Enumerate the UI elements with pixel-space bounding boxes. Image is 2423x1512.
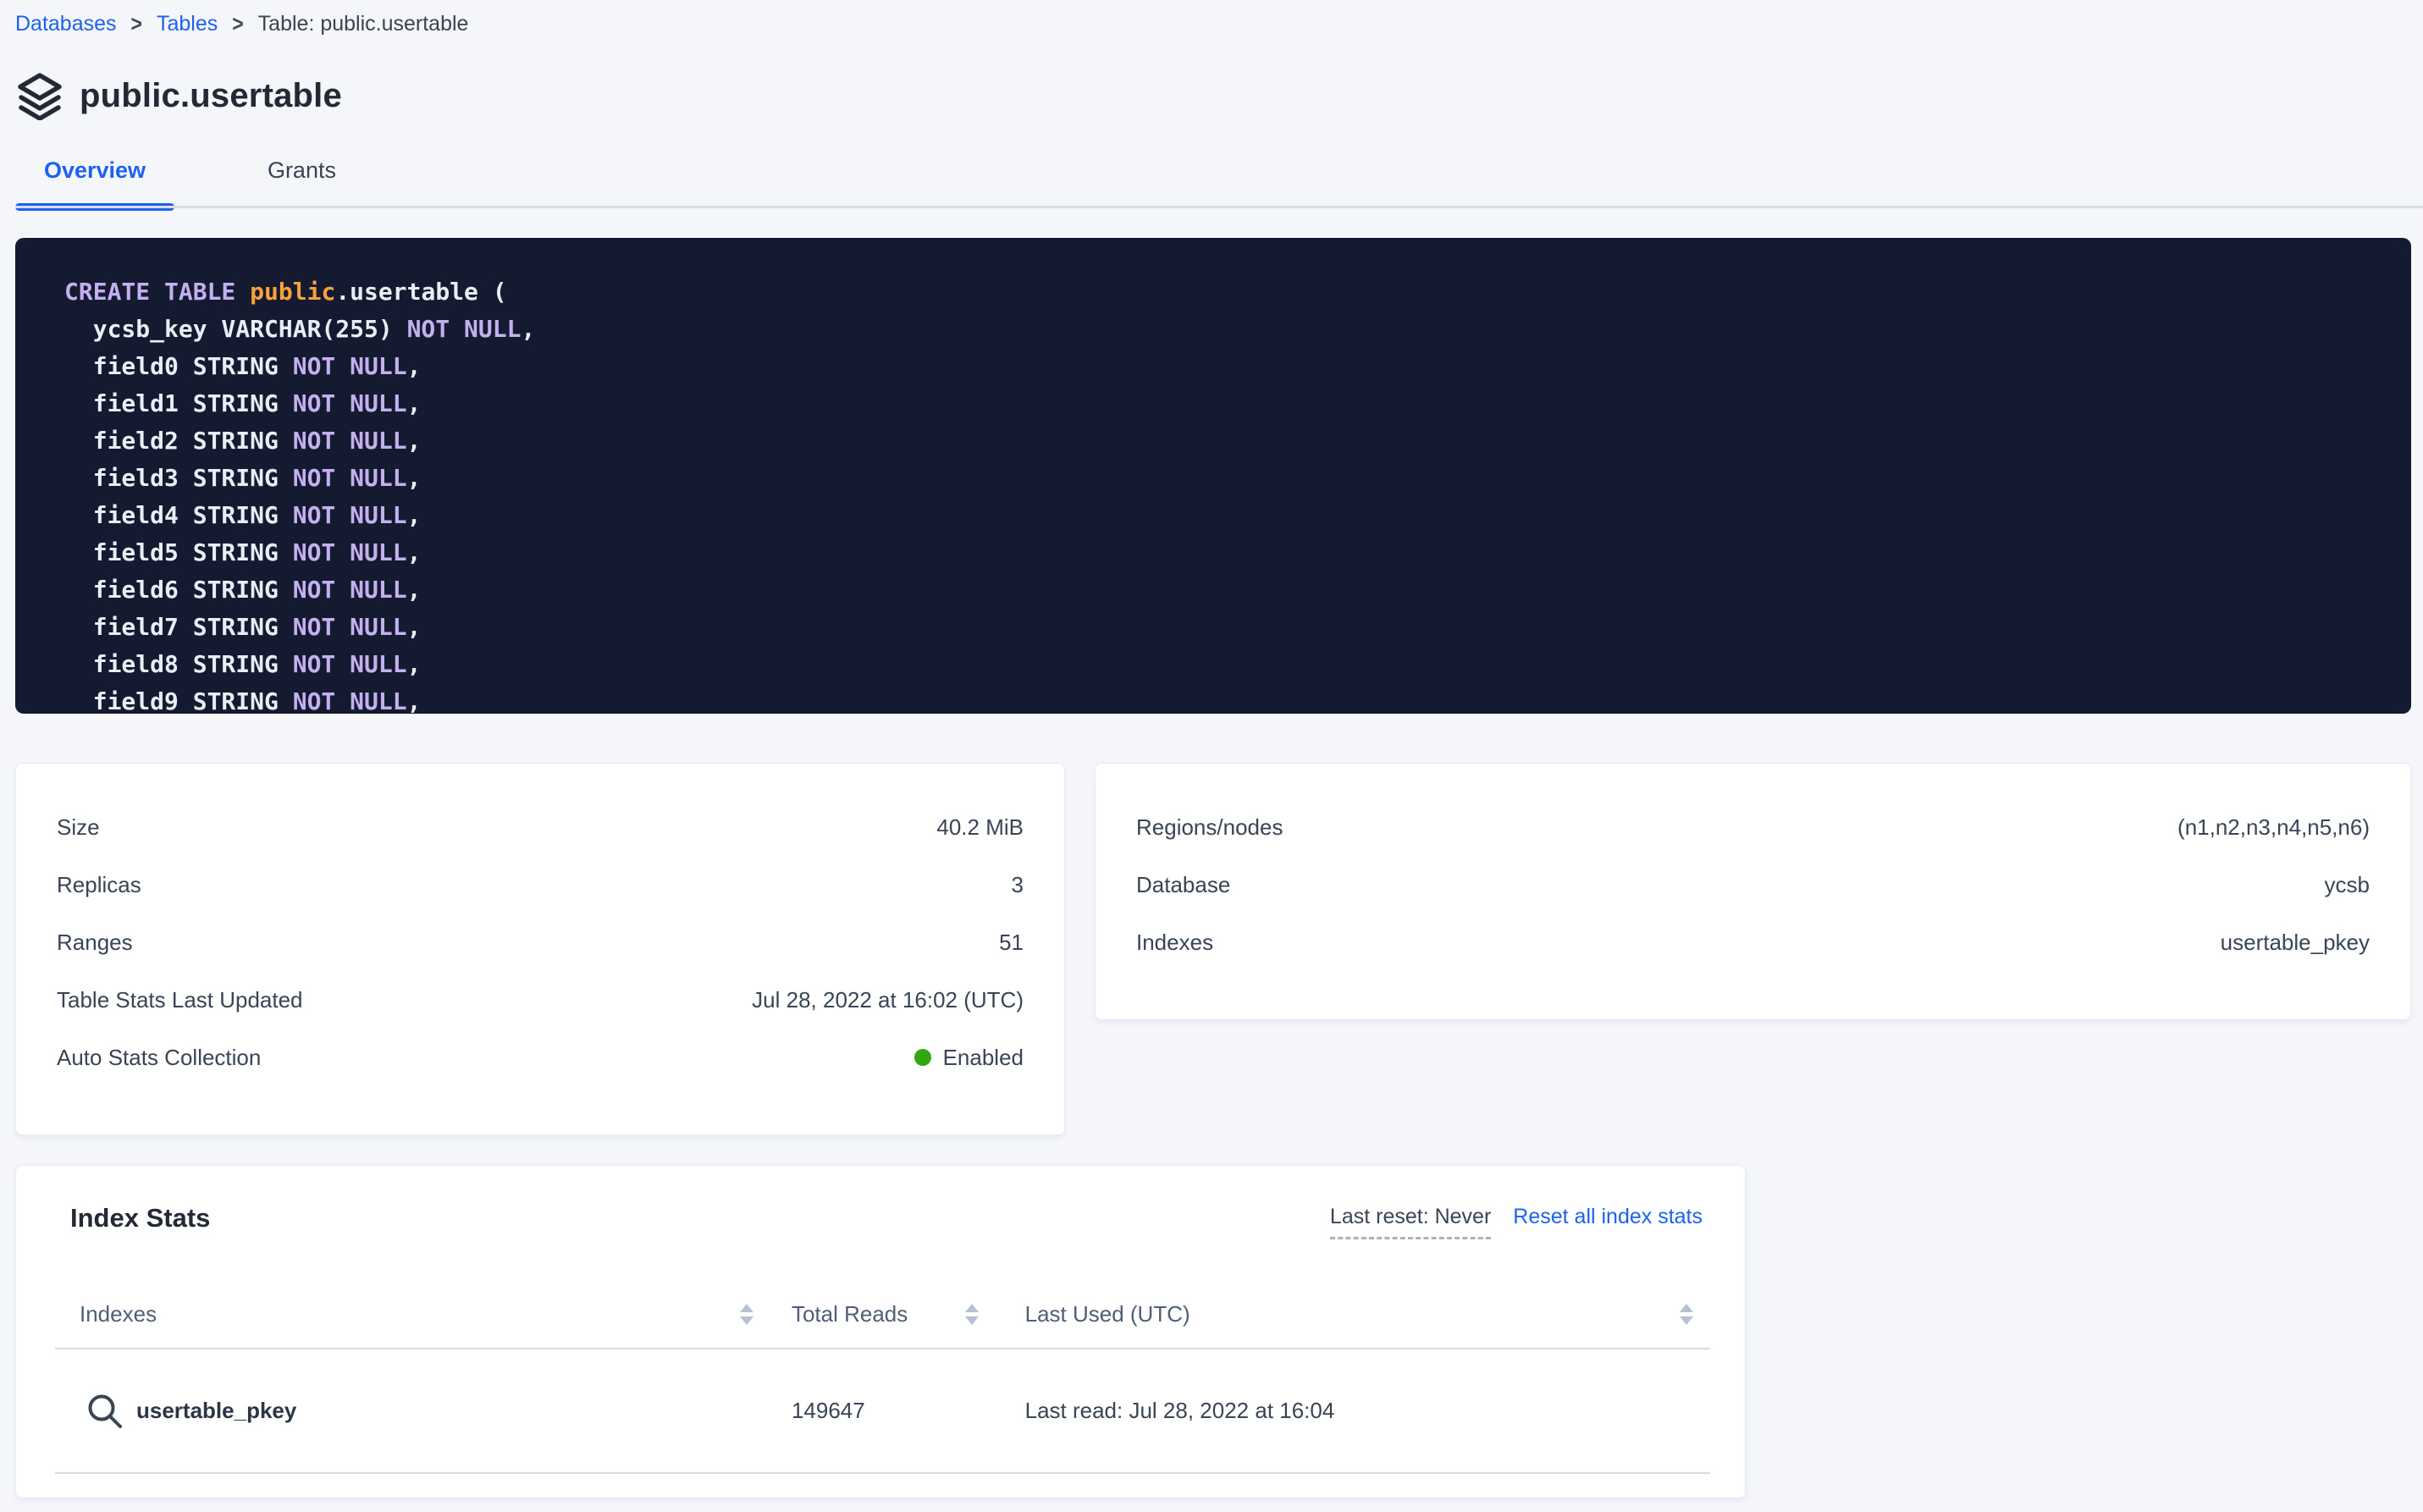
sql-line: field8 STRING NOT NULL, bbox=[64, 646, 2386, 683]
index-stats-card: Index Stats Last reset: Never Reset all … bbox=[15, 1165, 1746, 1498]
sql-line: CREATE TABLE public.usertable ( bbox=[64, 273, 2386, 311]
stat-value-auto-stats: Enabled bbox=[914, 1045, 1024, 1071]
sql-line: field9 STRING NOT NULL, bbox=[64, 683, 2386, 714]
index-stats-meta: Last reset: Never Reset all index stats bbox=[1330, 1201, 1703, 1239]
table-meta-card: Regions/nodes (n1,n2,n3,n4,n5,n6) Databa… bbox=[1095, 763, 2411, 1020]
stat-value-replicas: 3 bbox=[1012, 872, 1024, 898]
table-details-page: Databases > Tables > Table: public.usert… bbox=[0, 0, 2423, 1498]
sort-carets-icon[interactable] bbox=[965, 1304, 979, 1325]
sql-line: field6 STRING NOT NULL, bbox=[64, 571, 2386, 609]
sql-line: field3 STRING NOT NULL, bbox=[64, 460, 2386, 497]
tab-overview[interactable]: Overview bbox=[15, 149, 174, 208]
breadcrumb-current-table: Table: public.usertable bbox=[258, 12, 469, 36]
status-enabled-dot-icon bbox=[914, 1049, 931, 1066]
page-title: public.usertable bbox=[80, 77, 342, 115]
sql-line: field5 STRING NOT NULL, bbox=[64, 534, 2386, 571]
stat-value-database: ycsb bbox=[2325, 872, 2370, 898]
sql-line: field2 STRING NOT NULL, bbox=[64, 422, 2386, 460]
chevron-right-icon: > bbox=[232, 10, 243, 36]
column-header-last-used[interactable]: Last Used (UTC) bbox=[1025, 1301, 1710, 1327]
layers-stack-icon bbox=[15, 71, 64, 120]
reset-all-index-stats-link[interactable]: Reset all index stats bbox=[1513, 1205, 1703, 1229]
stat-row-database: Database ycsb bbox=[1096, 856, 2410, 913]
tab-bar: Overview Grants bbox=[15, 149, 2411, 208]
column-header-total-reads[interactable]: Total Reads bbox=[792, 1301, 1025, 1327]
stat-value-ranges: 51 bbox=[999, 930, 1024, 956]
sql-line: ycsb_key VARCHAR(255) NOT NULL, bbox=[64, 311, 2386, 348]
sql-line: field4 STRING NOT NULL, bbox=[64, 497, 2386, 534]
stat-row-ranges: Ranges 51 bbox=[16, 913, 1064, 971]
create-table-sql-box: CREATE TABLE public.usertable ( ycsb_key… bbox=[15, 238, 2411, 714]
tab-grants[interactable]: Grants bbox=[222, 149, 381, 208]
index-stats-title: Index Stats bbox=[70, 1201, 210, 1235]
index-stats-table: Indexes Total Reads Last Used (UTC) bbox=[55, 1280, 1710, 1474]
last-used-cell: Last read: Jul 28, 2022 at 16:04 bbox=[1025, 1398, 1710, 1424]
stat-row-regions: Regions/nodes (n1,n2,n3,n4,n5,n6) bbox=[1096, 798, 2410, 856]
stat-row-indexes: Indexes usertable_pkey bbox=[1096, 913, 2410, 971]
stat-value-stats-updated: Jul 28, 2022 at 16:02 (UTC) bbox=[752, 987, 1024, 1013]
stat-row-size: Size 40.2 MiB bbox=[16, 798, 1064, 856]
status-enabled-label: Enabled bbox=[943, 1045, 1024, 1071]
page-title-row: public.usertable bbox=[15, 69, 2411, 122]
stat-value-size: 40.2 MiB bbox=[936, 814, 1024, 841]
breadcrumb-databases-link[interactable]: Databases bbox=[15, 12, 117, 36]
table-row[interactable]: usertable_pkey 149647 Last read: Jul 28,… bbox=[55, 1349, 1710, 1474]
stat-row-auto-stats: Auto Stats Collection Enabled bbox=[16, 1029, 1064, 1086]
magnifier-icon bbox=[86, 1392, 124, 1431]
breadcrumb: Databases > Tables > Table: public.usert… bbox=[15, 7, 2411, 41]
index-stats-table-header: Indexes Total Reads Last Used (UTC) bbox=[55, 1280, 1710, 1349]
stat-value-indexes: usertable_pkey bbox=[2221, 930, 2370, 956]
sql-line: field0 STRING NOT NULL, bbox=[64, 348, 2386, 385]
sql-line: field1 STRING NOT NULL, bbox=[64, 385, 2386, 422]
index-name-cell[interactable]: usertable_pkey bbox=[55, 1392, 792, 1431]
breadcrumb-tables-link[interactable]: Tables bbox=[157, 12, 218, 36]
tab-bar-divider bbox=[15, 206, 2423, 208]
stat-value-regions: (n1,n2,n3,n4,n5,n6) bbox=[2177, 814, 2370, 841]
table-stats-card: Size 40.2 MiB Replicas 3 Ranges 51 Table… bbox=[15, 763, 1065, 1135]
stat-row-replicas: Replicas 3 bbox=[16, 856, 1064, 913]
index-name[interactable]: usertable_pkey bbox=[136, 1398, 296, 1424]
chevron-right-icon: > bbox=[131, 10, 142, 36]
sort-carets-icon[interactable] bbox=[1680, 1304, 1693, 1325]
column-header-indexes[interactable]: Indexes bbox=[55, 1301, 792, 1327]
last-reset-label[interactable]: Last reset: Never bbox=[1330, 1205, 1491, 1239]
index-stats-header: Index Stats Last reset: Never Reset all … bbox=[16, 1201, 1745, 1239]
total-reads-cell: 149647 bbox=[792, 1398, 1025, 1424]
sql-line: field7 STRING NOT NULL, bbox=[64, 609, 2386, 646]
stat-row-stats-updated: Table Stats Last Updated Jul 28, 2022 at… bbox=[16, 971, 1064, 1029]
summary-cards-row: Size 40.2 MiB Replicas 3 Ranges 51 Table… bbox=[15, 763, 2411, 1135]
sort-carets-icon[interactable] bbox=[740, 1304, 753, 1325]
